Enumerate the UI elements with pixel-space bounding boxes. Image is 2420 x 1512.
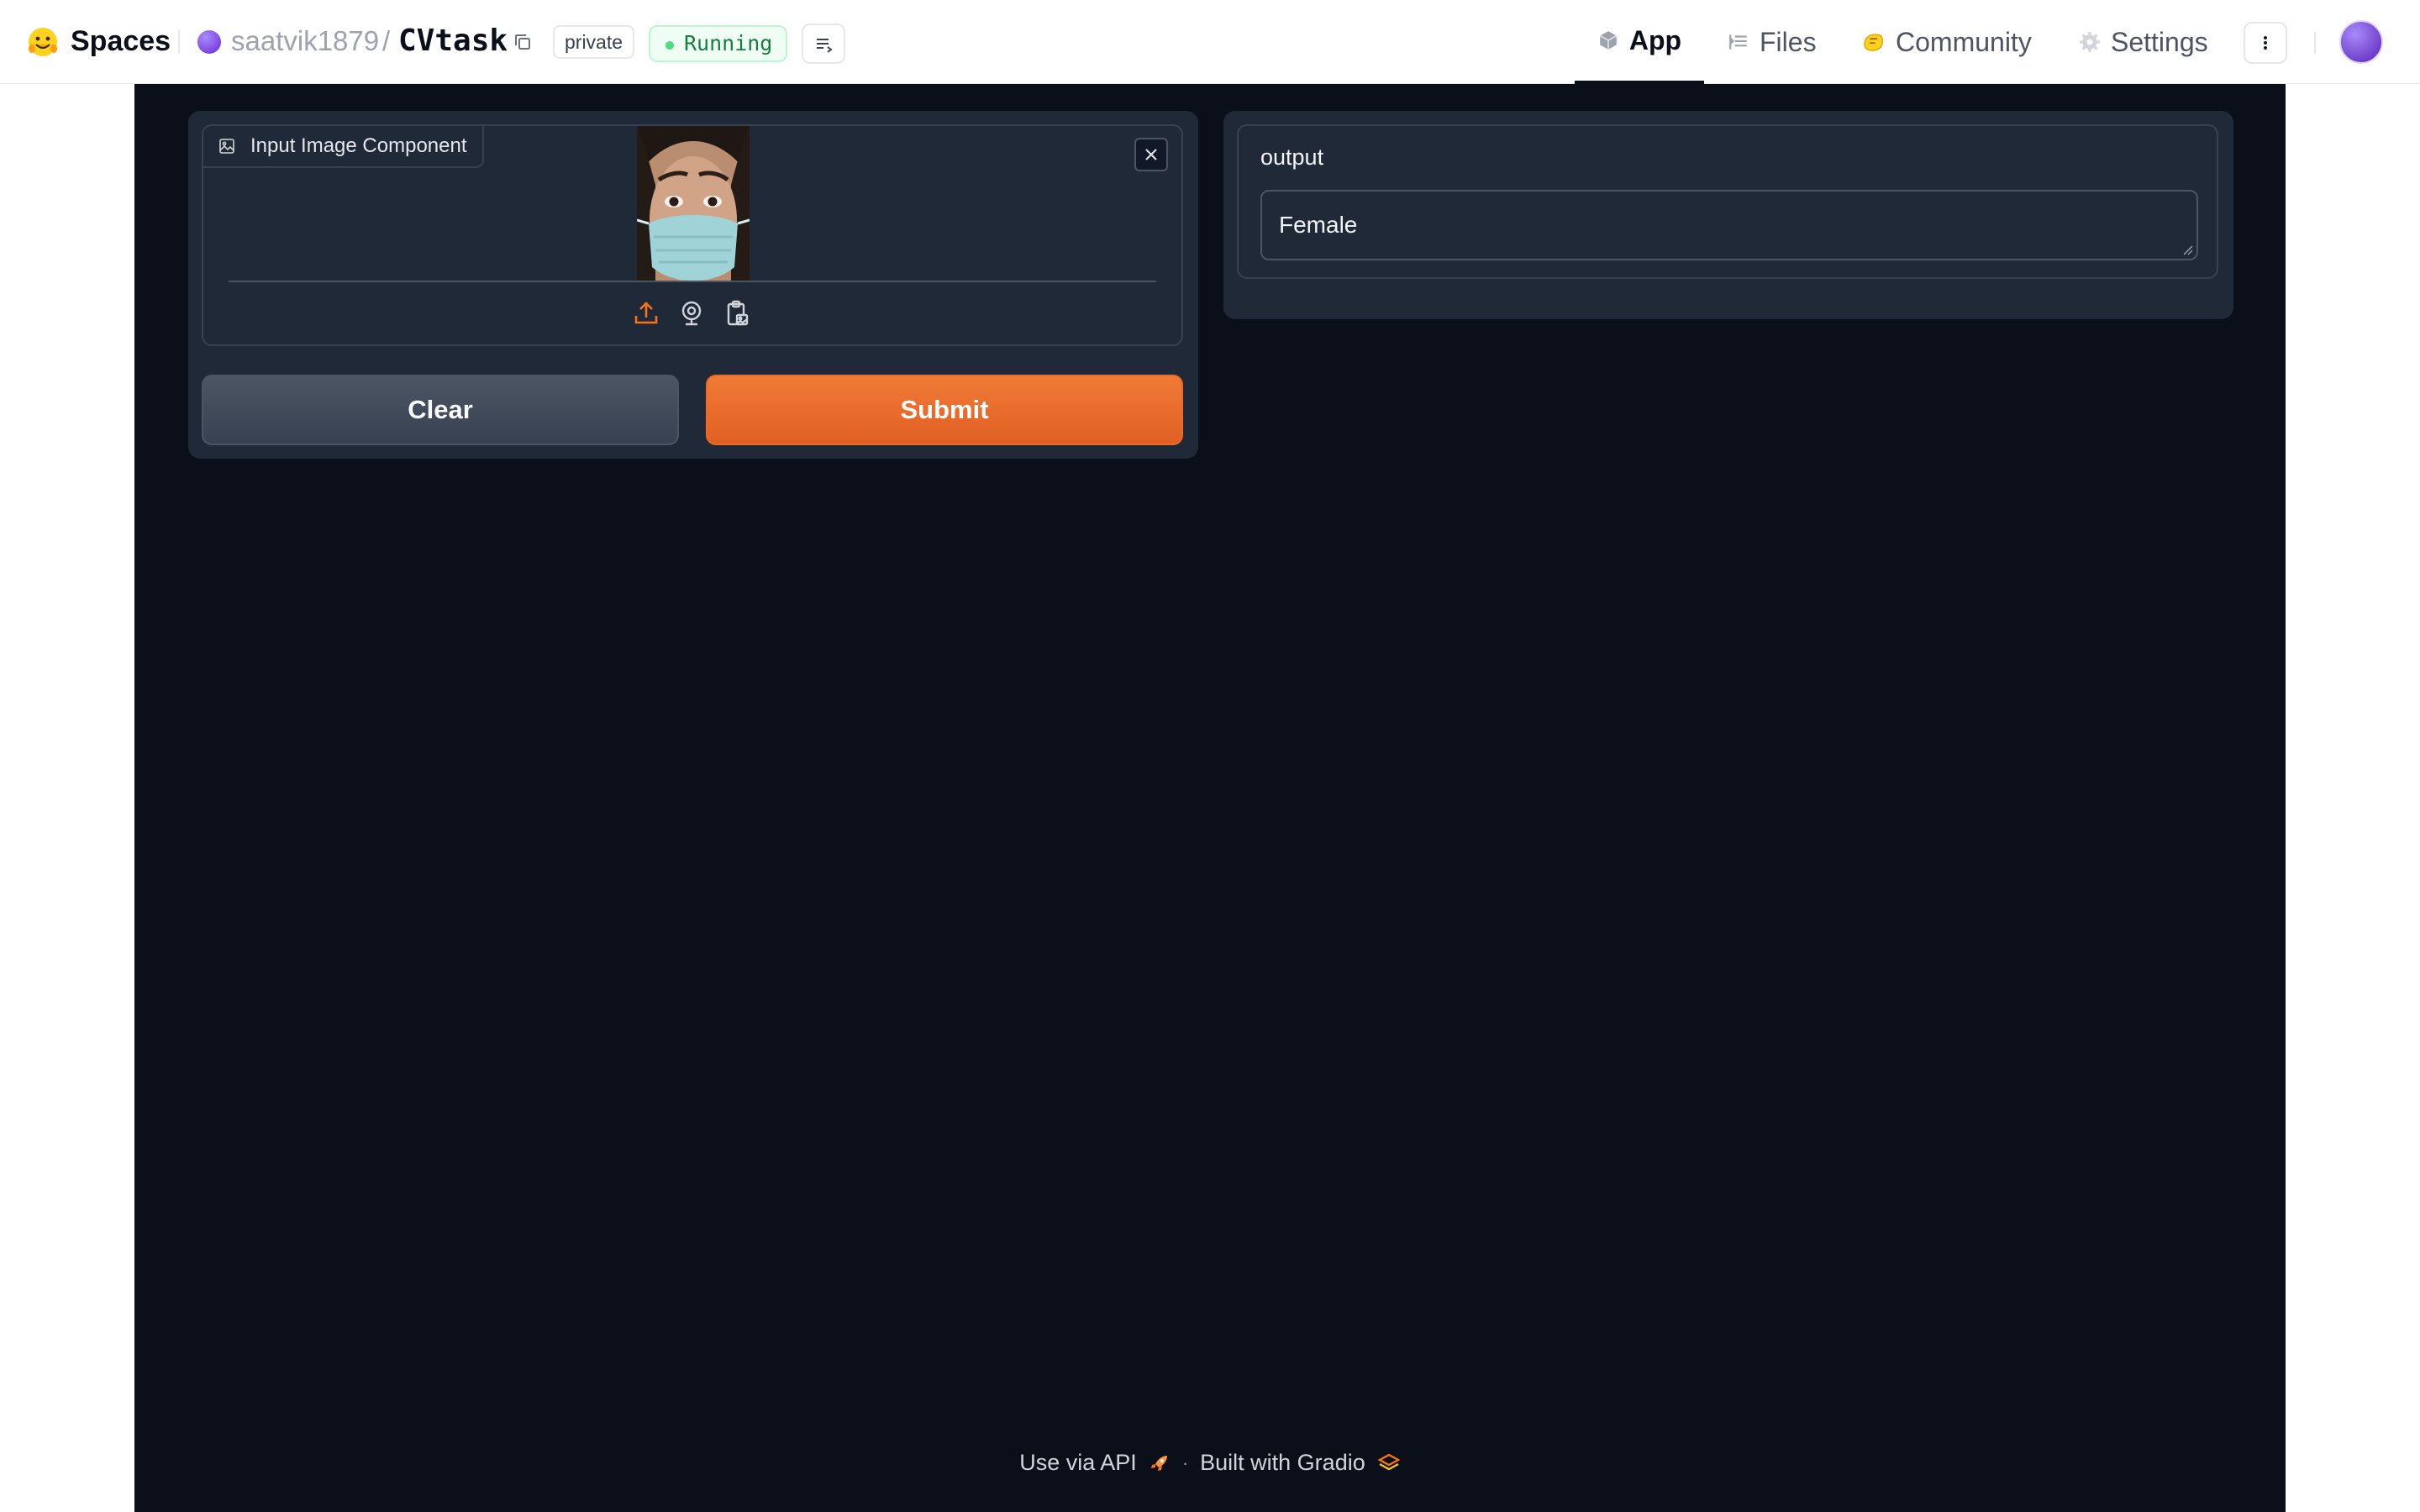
resize-handle-icon[interactable] — [2181, 244, 2193, 255]
copy-icon[interactable] — [513, 32, 533, 52]
upload-icon[interactable] — [632, 299, 660, 328]
tab-community-label: Community — [1896, 26, 2032, 57]
gradio-logo-icon — [1377, 1453, 1401, 1470]
spaces-link[interactable]: Spaces — [71, 25, 171, 58]
input-panel: Input Image Component Clear Submit — [188, 111, 1198, 459]
tab-files-label: Files — [1760, 26, 1817, 57]
tab-app-label: App — [1628, 24, 1682, 55]
top-navigation-bar: Spaces saatvik1879 / CVtask private Runn… — [0, 0, 2420, 84]
logs-button[interactable] — [802, 24, 845, 64]
gear-icon — [2080, 32, 2100, 52]
private-badge: private — [553, 25, 635, 59]
output-label: output — [1260, 144, 1324, 170]
running-status-label: Running — [684, 31, 773, 55]
gradio-app: Input Image Component Clear Submit outpu… — [134, 84, 2286, 1512]
output-value: Female — [1279, 212, 1358, 238]
rocket-icon — [1150, 1455, 1167, 1471]
running-status-badge[interactable]: Running — [649, 25, 788, 62]
webcam-icon[interactable] — [677, 299, 706, 328]
files-icon — [1729, 34, 1747, 50]
cube-icon — [1599, 31, 1618, 50]
status-dot-icon — [666, 41, 674, 50]
image-input-label-text: Input Image Component — [250, 134, 467, 157]
source-divider — [229, 281, 1156, 282]
tab-settings-label: Settings — [2111, 26, 2208, 57]
owner-avatar[interactable] — [197, 30, 221, 54]
clear-button[interactable]: Clear — [202, 375, 679, 445]
output-panel: output Female — [1223, 111, 2233, 319]
tab-settings[interactable]: Settings — [2079, 0, 2208, 84]
built-with-gradio-link[interactable]: Built with Gradio — [1200, 1450, 1365, 1476]
logs-icon — [817, 39, 833, 53]
use-via-api-link[interactable]: Use via API — [1019, 1450, 1137, 1476]
close-icon — [1145, 149, 1157, 160]
hugging-face-logo-icon[interactable] — [27, 26, 59, 58]
community-icon — [1864, 34, 1883, 51]
vertical-dots-icon — [2264, 36, 2267, 50]
more-options-button[interactable] — [2244, 22, 2287, 64]
uploaded-face-image — [637, 126, 750, 281]
output-textbox[interactable]: Female — [1260, 190, 2198, 260]
owner-link[interactable]: saatvik1879 — [231, 25, 379, 57]
image-input-component[interactable]: Input Image Component — [202, 124, 1183, 346]
tab-app[interactable]: App — [1575, 0, 1704, 84]
tab-community[interactable]: Community — [1860, 0, 2032, 84]
footer: Use via API · Built with Gradio — [134, 1450, 2286, 1476]
user-avatar[interactable] — [2339, 20, 2383, 64]
clear-image-button[interactable] — [1134, 138, 1168, 171]
path-separator: / — [382, 25, 391, 56]
tab-files[interactable]: Files — [1728, 0, 1817, 84]
header-divider — [178, 30, 180, 54]
image-input-label: Input Image Component — [203, 126, 484, 168]
image-icon — [219, 139, 234, 154]
footer-separator: · — [1181, 1452, 1189, 1473]
repo-name-link[interactable]: CVtask — [398, 24, 508, 58]
submit-button[interactable]: Submit — [706, 375, 1183, 445]
clipboard-icon[interactable] — [723, 299, 751, 328]
output-textbox-component: output Female — [1237, 124, 2218, 279]
header-divider-right — [2314, 32, 2316, 54]
